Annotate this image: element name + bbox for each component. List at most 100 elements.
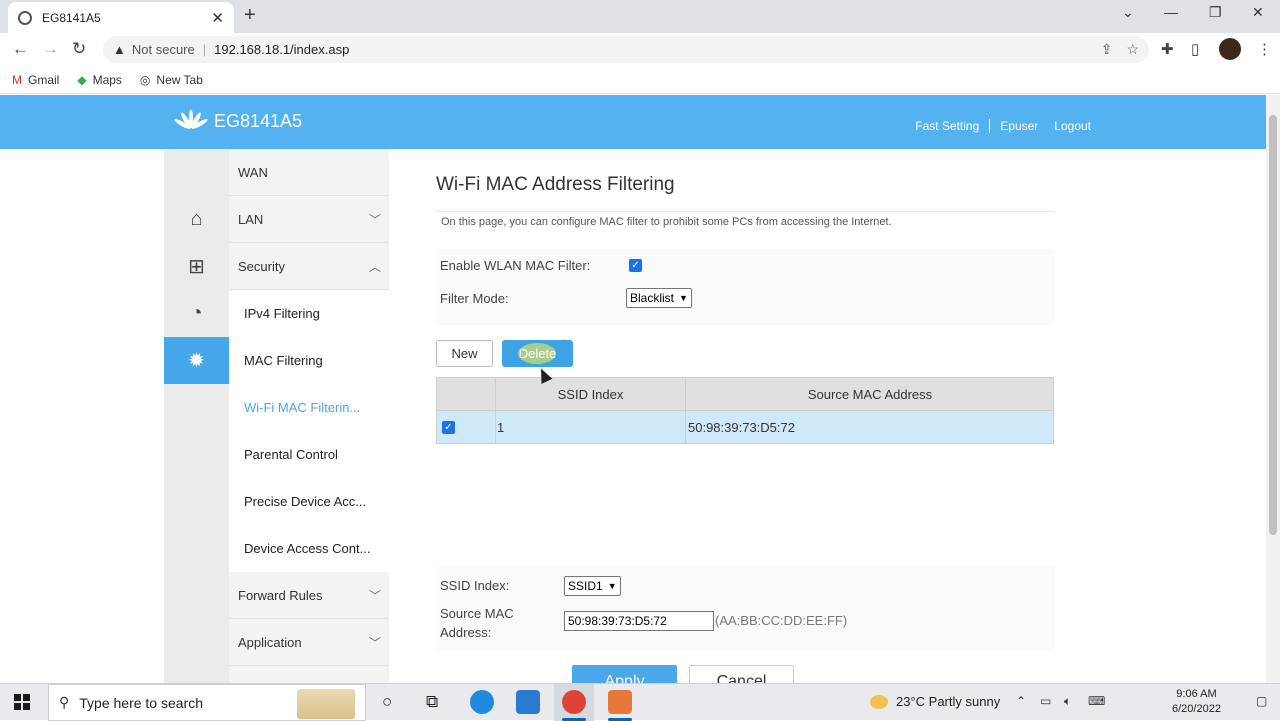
chevron-down-icon: ﹀ (368, 212, 381, 227)
taskbar-clock[interactable]: 9:06 AM 6/20/2022 (1172, 687, 1221, 717)
chevron-down-icon: ﹀ (368, 635, 381, 650)
router-page: EG8141A5 Fast Setting Epuser Logout ⌂ ⊞ … (0, 95, 1266, 683)
notifications-icon[interactable]: ▢ (1256, 694, 1267, 708)
header-source-mac: Source MAC Address (807, 386, 933, 402)
submenu-precise-device-access[interactable]: Precise Device Acc... (229, 478, 389, 525)
menu-lan[interactable]: LAN ﹀ (229, 196, 389, 243)
globe-icon (18, 10, 32, 25)
apply-button[interactable]: Apply (572, 665, 677, 683)
submenu-wifi-mac-filtering[interactable]: Wi-Fi MAC Filterin... (229, 384, 389, 431)
tab-title: EG8141A5 (42, 10, 101, 25)
extensions-icon[interactable]: ✚ (1161, 40, 1174, 58)
bookmark-label: Gmail (28, 72, 60, 87)
entry-form-panel: SSID Index: SSID1 ▼ Source MAC Address: … (436, 567, 1054, 651)
windows-start-icon[interactable] (14, 694, 30, 710)
fast-setting-link[interactable]: Fast Setting (915, 119, 979, 133)
filter-settings-panel: Enable WLAN MAC Filter: ✓ Filter Mode: B… (436, 249, 1054, 325)
menu-application[interactable]: Application ﹀ (229, 619, 389, 666)
submenu-device-access-control[interactable]: Device Access Cont... (229, 525, 389, 572)
taskbar-search[interactable]: ⚲ Type here to search (48, 684, 366, 721)
diagnosis-icon[interactable]: ◔ (164, 290, 229, 337)
edge-icon[interactable] (470, 690, 494, 714)
home-icon[interactable]: ⌂ (164, 196, 229, 243)
menu-label: WAN (238, 164, 268, 180)
bookmark-new-tab[interactable]: ◎ New Tab (140, 73, 203, 87)
cortana-icon[interactable]: ○ (382, 692, 392, 712)
enable-filter-checkbox[interactable]: ✓ (629, 259, 642, 272)
minimize-button[interactable]: — (1164, 4, 1178, 20)
menu-security[interactable]: Security ︿ (229, 243, 389, 290)
menu-forward-rules[interactable]: Forward Rules ﹀ (229, 572, 389, 619)
cancel-button[interactable]: Cancel (689, 665, 794, 683)
submenu-ipv4-filtering[interactable]: IPv4 Filtering (229, 290, 389, 337)
url-text[interactable]: 192.168.18.1/index.asp (214, 42, 1087, 57)
bookmark-maps[interactable]: ◆ Maps (77, 73, 122, 87)
toolbox-icon[interactable]: ⊞ (164, 243, 229, 290)
tray-overflow-icon[interactable]: ⌃ (1016, 694, 1026, 708)
ssid-index-select[interactable]: SSID1 ▼ (564, 576, 621, 596)
network-icon[interactable]: ▭ (1040, 694, 1051, 708)
forward-icon[interactable]: → (42, 39, 59, 59)
delete-button[interactable]: Delete (502, 340, 573, 367)
chevron-down-icon: ▼ (607, 581, 617, 591)
chevron-up-icon: ︿ (368, 259, 381, 274)
router-header: EG8141A5 Fast Setting Epuser Logout (0, 95, 1266, 149)
logout-link[interactable]: Logout (1054, 119, 1091, 133)
table-row[interactable]: ✓ 1 50:98:39:73:D5:72 (436, 411, 1054, 444)
bookmark-label: Maps (92, 72, 122, 87)
submenu-label: Device Access Cont... (244, 541, 371, 556)
browser-menu-icon[interactable]: ⋮ (1257, 40, 1272, 58)
bookmark-gmail[interactable]: M Gmail (12, 73, 59, 87)
volume-icon[interactable]: 🔈︎ (1064, 694, 1071, 709)
filter-mode-value: Blacklist (630, 291, 675, 305)
side-panel-icon[interactable]: ▯ (1191, 40, 1199, 58)
enable-filter-label: Enable WLAN MAC Filter: (440, 258, 591, 273)
page-description: On this page, you can configure MAC filt… (441, 216, 892, 228)
screen-recorder-icon[interactable] (608, 690, 632, 714)
weather-widget[interactable]: 23°C Partly sunny (870, 694, 1000, 709)
filter-mode-select[interactable]: Blacklist ▼ (626, 288, 692, 308)
mail-icon[interactable] (516, 690, 540, 714)
settings-gear-icon[interactable]: ✹ (164, 337, 237, 384)
url-separator: | (202, 42, 207, 57)
browser-tab[interactable]: EG8141A5 ✕ (8, 2, 234, 33)
page-scrollbar[interactable] (1266, 95, 1280, 683)
bookmark-star-icon[interactable]: ☆ (1126, 41, 1139, 58)
window-close-button[interactable]: ✕ (1252, 4, 1264, 21)
task-view-icon[interactable]: ⧉ (426, 692, 438, 712)
restore-button[interactable]: ❐ (1209, 4, 1222, 21)
submenu-parental-control[interactable]: Parental Control (229, 431, 389, 478)
tab-search-icon[interactable]: ⌄ (1122, 4, 1134, 21)
share-icon[interactable]: ⇪ (1101, 41, 1113, 58)
row-ssid-index: 1 (497, 419, 505, 435)
chrome-icon[interactable] (562, 690, 586, 714)
not-secure-label[interactable]: Not secure (132, 42, 195, 57)
close-tab-icon[interactable]: ✕ (211, 9, 224, 27)
submenu-label: MAC Filtering (244, 353, 323, 368)
language-icon[interactable]: ⌨ (1088, 694, 1105, 708)
omnibox[interactable]: ▲ Not secure | 192.168.18.1/index.asp ⇪ … (103, 36, 1149, 63)
profile-avatar[interactable] (1219, 38, 1241, 60)
ssid-index-value: SSID1 (568, 579, 603, 593)
submenu-mac-filtering[interactable]: MAC Filtering (229, 337, 389, 384)
row-checkbox[interactable]: ✓ (442, 421, 455, 434)
header-links: Fast Setting Epuser Logout (915, 119, 1091, 133)
mac-format-hint: (AA:BB:CC:DD:EE:FF) (715, 613, 848, 628)
page-title: Wi-Fi MAC Address Filtering (436, 174, 675, 195)
back-icon[interactable]: ← (12, 39, 29, 59)
menu-wan[interactable]: WAN (229, 149, 389, 196)
new-button[interactable]: New (436, 340, 493, 367)
menu-label: LAN (238, 211, 264, 227)
header-ssid-index: SSID Index (557, 386, 624, 402)
delete-label: Delete (518, 346, 557, 361)
menu-label: Security (238, 258, 285, 274)
reload-icon[interactable]: ↻ (72, 39, 86, 59)
scrollbar-thumb[interactable] (1269, 115, 1277, 535)
weather-text: 23°C Partly sunny (896, 694, 1001, 709)
new-tab-button[interactable]: + (244, 4, 256, 27)
source-mac-input[interactable]: 50:98:39:73:D5:72 (564, 611, 714, 631)
submenu-label: IPv4 Filtering (244, 306, 320, 321)
clock-date: 6/20/2022 (1172, 703, 1221, 715)
user-link[interactable]: Epuser (1000, 119, 1038, 133)
side-menu: WAN LAN ﹀ Security ︿ IPv4 Filtering MAC … (229, 149, 389, 683)
